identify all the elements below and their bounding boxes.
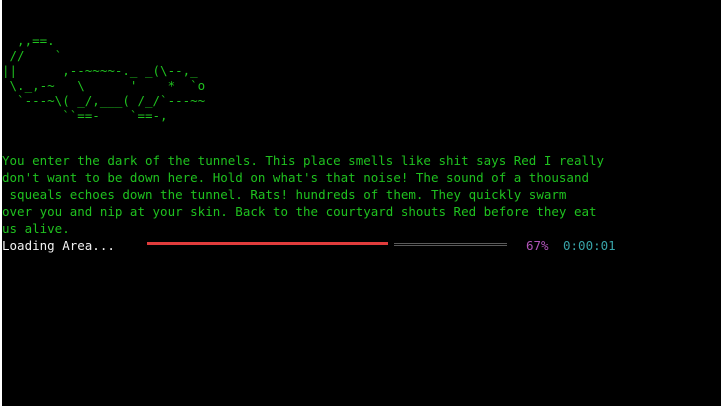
ascii-art-rat: ,,==. // ` || ,--~~~~-._ _(\--,_ \._,-~ …: [2, 33, 206, 123]
loading-label: Loading Area...: [2, 238, 115, 253]
terminal-window: ,,==. // ` || ,--~~~~-._ _(\--,_ \._,-~ …: [2, 0, 721, 406]
progress-bar-remaining-line: [394, 245, 507, 246]
loading-row: Loading Area... 67% 0:00:01: [2, 237, 721, 254]
story-line: squeals echoes down the tunnel. Rats! hu…: [2, 187, 567, 202]
story-line: You enter the dark of the tunnels. This …: [2, 153, 605, 168]
story-line: don't want to be down here. Hold on what…: [2, 170, 589, 185]
progress-percent: 67%: [526, 238, 549, 253]
story-line: over you and nip at your skin. Back to t…: [2, 204, 597, 219]
progress-bar: [147, 242, 507, 246]
progress-bar-remaining: [394, 243, 507, 244]
progress-bar-filled: [147, 242, 388, 245]
elapsed-time: 0:00:01: [563, 238, 616, 253]
story-line: us alive.: [2, 221, 70, 236]
story-text: You enter the dark of the tunnels. This …: [2, 152, 721, 237]
